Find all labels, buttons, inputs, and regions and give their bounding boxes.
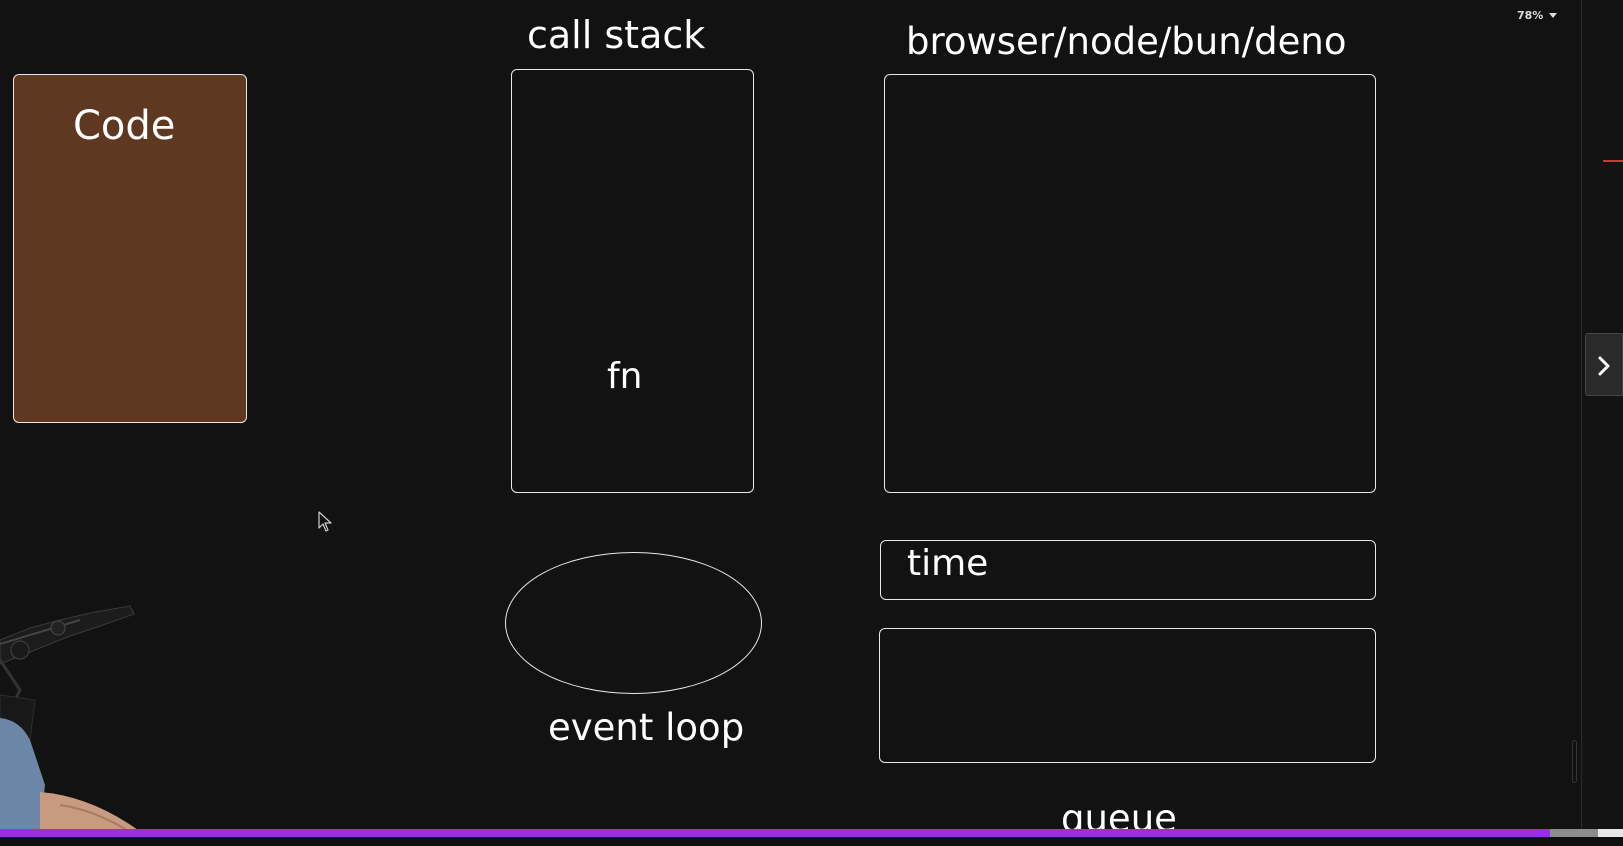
runtime-box (884, 74, 1376, 493)
zoom-value: 78% (1517, 9, 1544, 22)
video-progress-bar[interactable] (0, 829, 1623, 837)
mouse-pointer-icon (318, 511, 332, 532)
presenter-webcam (0, 605, 138, 846)
call-stack-item: fn (607, 356, 643, 397)
call-stack-title: call stack (527, 13, 706, 57)
expand-panel-button[interactable] (1585, 333, 1623, 396)
right-sidebar-edge (1581, 0, 1623, 846)
code-label: Code (73, 103, 176, 149)
bottom-strip (0, 837, 1623, 846)
time-label: time (907, 543, 989, 584)
event-loop-label: event loop (548, 706, 745, 749)
progress-handle[interactable] (1598, 829, 1623, 837)
red-indicator (1603, 160, 1623, 162)
chevron-right-icon (1598, 356, 1610, 376)
whiteboard-canvas[interactable]: Code call stack fn browser/node/bun/deno… (0, 0, 1623, 846)
event-loop-ellipse (505, 552, 762, 694)
call-stack-box (511, 69, 754, 493)
scrollbar-thumb[interactable] (1572, 740, 1577, 783)
zoom-dropdown[interactable]: 78% (1517, 9, 1558, 22)
runtime-title: browser/node/bun/deno (906, 20, 1347, 63)
progress-played (0, 829, 1550, 837)
caret-down-icon (1549, 13, 1558, 18)
queue-box (879, 628, 1376, 763)
